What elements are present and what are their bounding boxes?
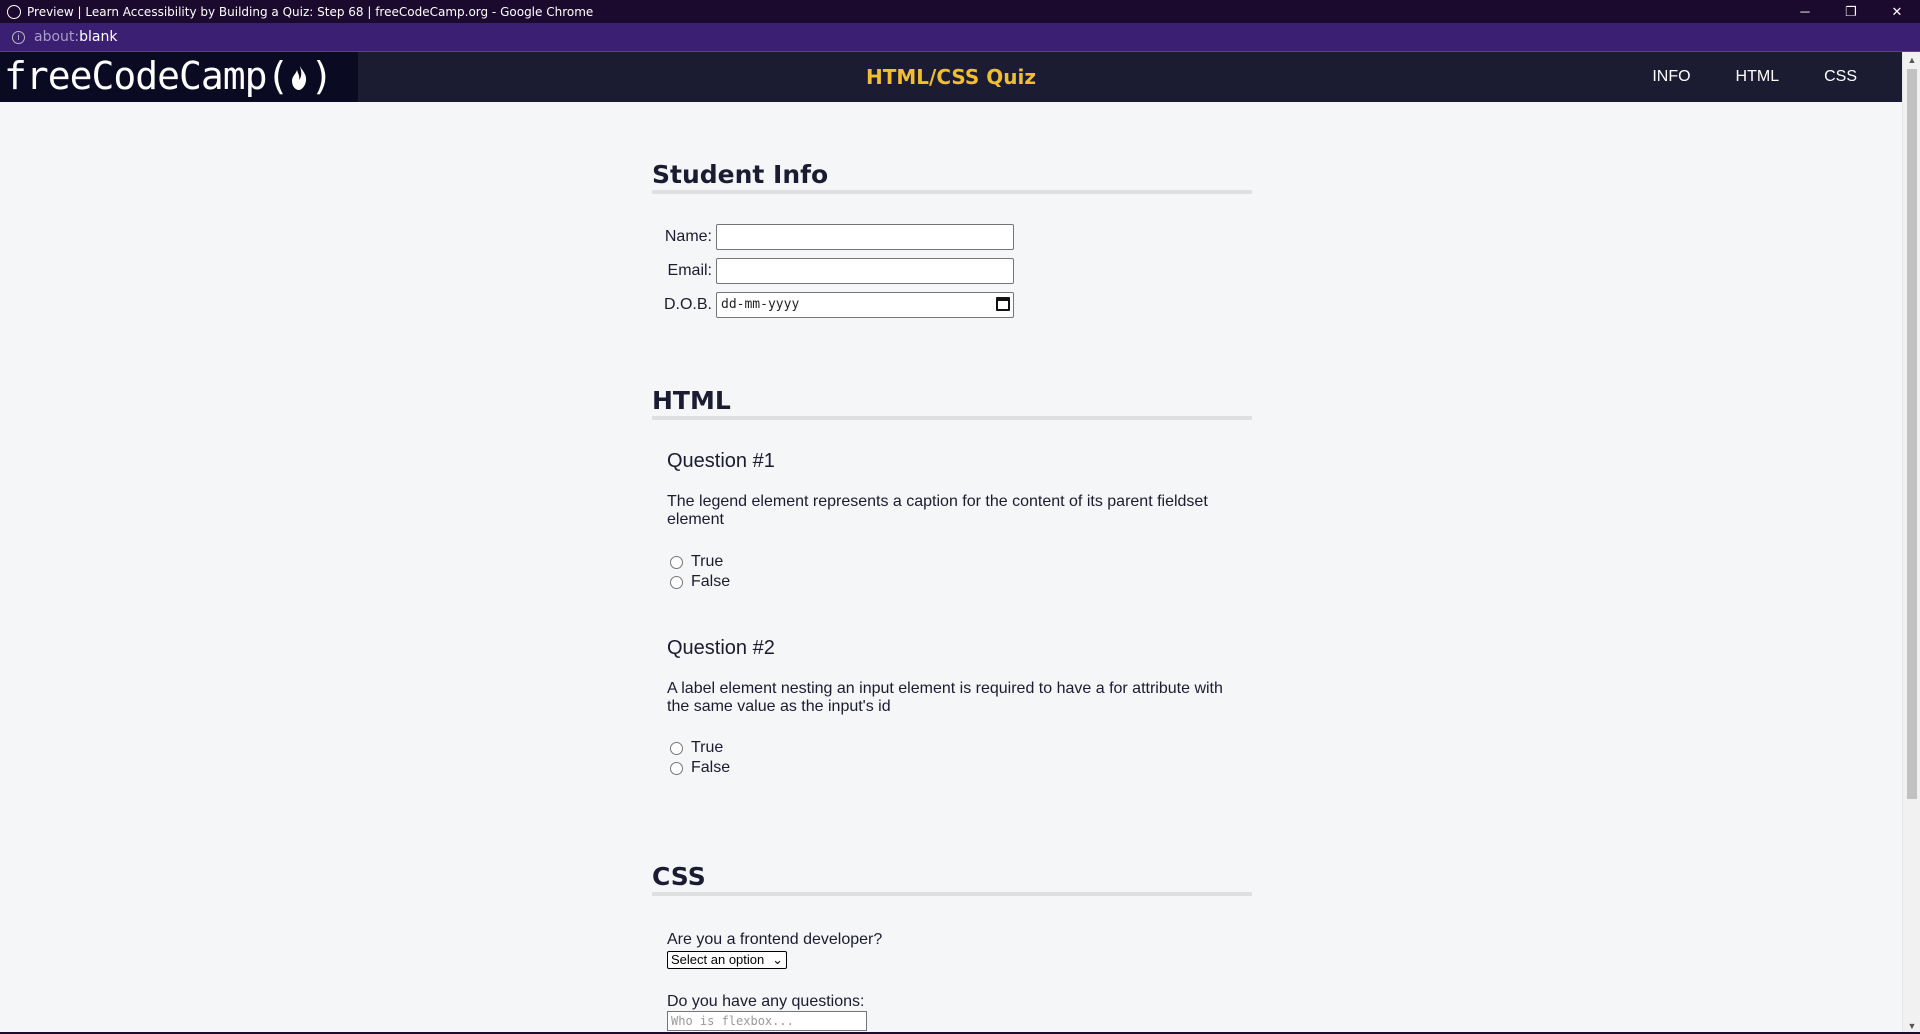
name-row: Name: [652,224,1014,250]
frontend-select[interactable]: Select an option ⌄ [667,951,787,969]
url-text[interactable]: about:blank [34,29,117,45]
radio-button[interactable] [670,575,683,589]
question-2-text: A label element nesting an input element… [667,680,1223,715]
email-input[interactable] [716,258,1014,284]
question-2-option-false[interactable]: False [670,759,730,777]
dob-row: D.O.B. dd-mm-yyyy [652,292,1014,318]
chrome-icon [7,4,21,19]
chevron-down-icon: ⌄ [772,952,783,967]
nav-css-link[interactable]: CSS [1824,68,1857,86]
close-button[interactable]: ✕ [1874,0,1920,23]
top-nav: INFO HTML CSS [1652,52,1902,102]
question-1-option-true[interactable]: True [670,553,723,571]
page-header: freeCodeCamp() HTML/CSS Quiz INFO HTML C… [0,52,1902,102]
window-titlebar: Preview | Learn Accessibility by Buildin… [0,0,1920,23]
logo-paren: ) [310,54,333,98]
radio-button[interactable] [670,741,683,755]
option-label: False [691,759,731,776]
window-title: Preview | Learn Accessibility by Buildin… [27,4,594,19]
css-heading: CSS [652,862,1252,896]
option-label: True [691,553,724,570]
questions-label: Do you have any questions: [667,993,865,1010]
question-2-title: Question #2 [667,637,775,659]
dob-input[interactable]: dd-mm-yyyy [716,292,1014,318]
email-row: Email: [652,258,1014,284]
scroll-up-icon[interactable]: ▲ [1903,52,1920,68]
minimize-button[interactable]: ─ [1782,0,1828,23]
email-label: Email: [667,262,712,279]
questions-textarea[interactable]: Who is flexbox... [667,1011,867,1031]
dob-label: D.O.B. [663,296,712,313]
calendar-icon[interactable] [996,297,1010,311]
question-2-option-true[interactable]: True [670,739,723,757]
frontend-question-label: Are you a frontend developer? [667,931,883,948]
restore-button[interactable]: ❐ [1828,0,1874,23]
nav-info-link[interactable]: INFO [1652,68,1690,86]
info-icon[interactable]: i [12,30,25,44]
url-host: blank [79,29,118,45]
select-value: Select an option [671,952,765,967]
student-info-heading: Student Info [652,160,1252,194]
question-1-text: The legend element represents a caption … [667,493,1208,528]
flame-icon [292,64,307,90]
html-heading: HTML [652,386,1252,420]
question-1-title: Question #1 [667,450,775,472]
radio-button[interactable] [670,555,683,569]
url-scheme: about: [34,29,80,45]
radio-button[interactable] [670,761,683,775]
nav-html-link[interactable]: HTML [1736,68,1780,86]
option-label: False [691,573,731,590]
logo-text: freeCodeCamp( [4,54,289,98]
address-bar[interactable]: i about:blank [0,23,1920,52]
dob-placeholder: dd-mm-yyyy [721,297,800,312]
option-label: True [691,739,724,756]
question-1-option-false[interactable]: False [670,573,730,591]
vertical-scrollbar[interactable]: ▲ ▼ [1902,52,1920,1034]
name-input[interactable] [716,224,1014,250]
name-label: Name: [664,228,712,245]
fcc-logo[interactable]: freeCodeCamp() [0,52,358,102]
scroll-thumb[interactable] [1907,69,1917,799]
